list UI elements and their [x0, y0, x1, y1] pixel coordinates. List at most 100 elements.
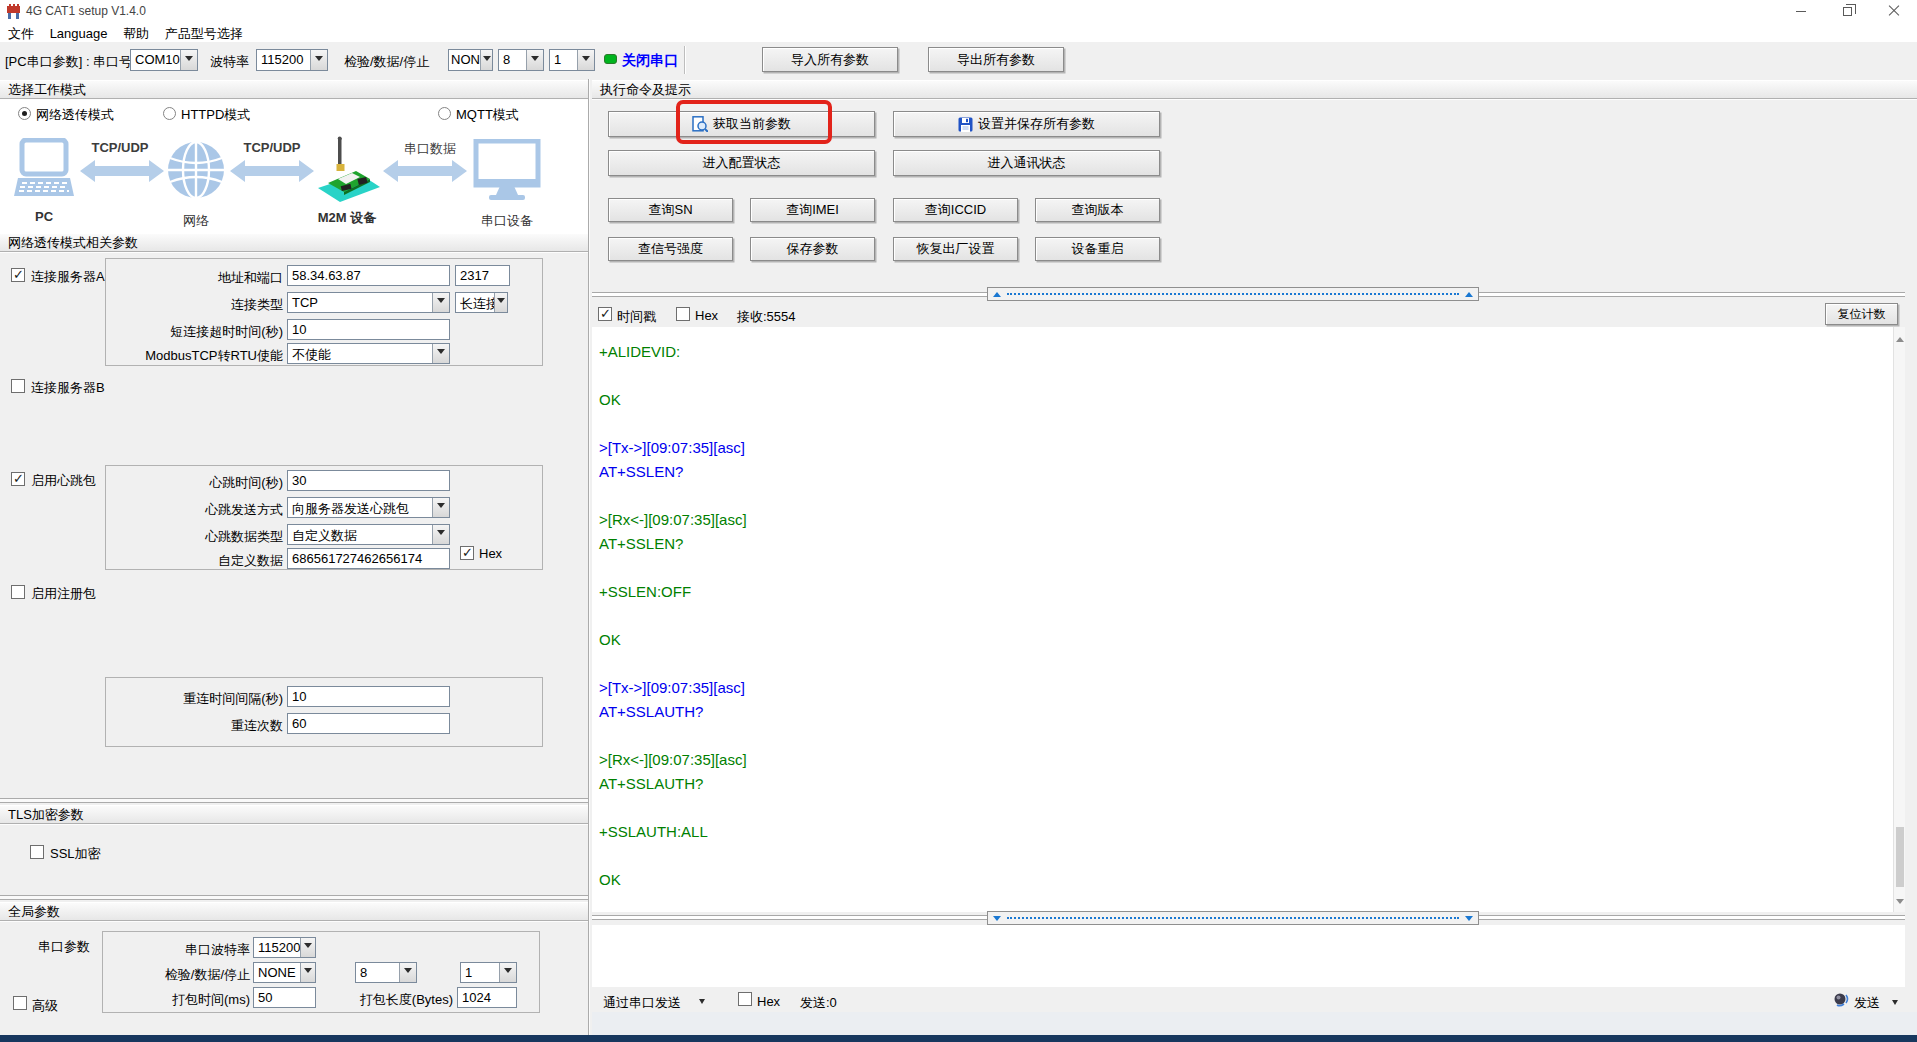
heartbeat-type-value: 自定义数据: [288, 525, 432, 544]
serial-databits-dropdown-icon[interactable]: [399, 963, 416, 982]
bottom-splitter-handle[interactable]: [987, 911, 1479, 925]
parity-select[interactable]: NONE: [448, 49, 493, 71]
minimize-button[interactable]: [1778, 0, 1824, 22]
reconnect-interval-input[interactable]: 10: [287, 686, 450, 707]
server-a-checkbox[interactable]: [11, 268, 25, 282]
enter-config-button[interactable]: 进入配置状态: [608, 150, 875, 176]
timestamp-label: 时间戳: [617, 308, 656, 326]
conn-mode-dropdown-icon[interactable]: [494, 293, 507, 312]
close-port-button[interactable]: 关闭串口: [622, 52, 678, 70]
query-sn-button[interactable]: 查询SN: [608, 198, 733, 222]
menu-file[interactable]: 文件: [2, 22, 40, 42]
baud-dropdown-icon[interactable]: [310, 50, 327, 70]
stopbits-dropdown-icon[interactable]: [577, 50, 594, 70]
reboot-button[interactable]: 设备重启: [1035, 237, 1160, 261]
send-dropdown-icon[interactable]: [1892, 1000, 1898, 1008]
short-timeout-input[interactable]: 10: [287, 319, 450, 340]
serial-databits-select[interactable]: 8: [355, 962, 417, 983]
enter-comm-button[interactable]: 进入通讯状态: [893, 150, 1160, 176]
timestamp-checkbox[interactable]: [598, 307, 612, 321]
com-port-select[interactable]: COM10: [130, 49, 198, 71]
query-signal-button[interactable]: 查信号强度: [608, 237, 733, 261]
conn-mode-select[interactable]: 长连接: [455, 292, 508, 313]
heartbeat-mode-select[interactable]: 向服务器发送心跳包: [287, 497, 450, 518]
modbus-dropdown-icon[interactable]: [432, 344, 449, 363]
serial-baud-dropdown-icon[interactable]: [300, 938, 315, 957]
log-line: [599, 652, 1893, 676]
register-checkbox[interactable]: [11, 585, 25, 599]
conn-type-select[interactable]: TCP: [287, 292, 450, 313]
top-splitter-handle[interactable]: [987, 287, 1479, 301]
query-imei-button[interactable]: 查询IMEI: [750, 198, 875, 222]
radio-mqtt-mode[interactable]: [438, 107, 451, 120]
ssl-checkbox[interactable]: [30, 845, 44, 859]
parity-label: 检验/数据/停止: [344, 53, 429, 71]
databits-select[interactable]: 8: [498, 49, 544, 71]
serial-device-label: 串口设备: [477, 212, 537, 230]
heartbeat-time-input[interactable]: 30: [287, 470, 450, 491]
restore-button[interactable]: [1824, 0, 1870, 22]
serial-parity-dropdown-icon[interactable]: [300, 963, 315, 982]
custom-data-input[interactable]: 686561727462656174: [287, 548, 450, 569]
ssl-label: SSL加密: [50, 845, 101, 863]
log-hex-checkbox[interactable]: [676, 307, 690, 321]
heartbeat-type-dropdown-icon[interactable]: [432, 525, 449, 544]
close-button[interactable]: [1871, 0, 1917, 22]
menu-help[interactable]: 帮助: [117, 22, 155, 42]
scrollbar-down-icon[interactable]: [1896, 899, 1904, 908]
save-params-button[interactable]: 保存参数: [750, 237, 875, 261]
heartbeat-type-select[interactable]: 自定义数据: [287, 524, 450, 545]
query-iccid-button[interactable]: 查询ICCID: [893, 198, 1018, 222]
query-version-button[interactable]: 查询版本: [1035, 198, 1160, 222]
log-line: [599, 724, 1893, 748]
arrow-icon-3: [383, 159, 467, 183]
send-via-dropdown-icon[interactable]: [699, 999, 705, 1007]
advanced-checkbox[interactable]: [13, 996, 27, 1010]
server-b-label: 连接服务器B: [31, 379, 105, 397]
modbus-select[interactable]: 不使能: [287, 343, 450, 364]
log-textarea[interactable]: +ALIDEVID: OK >[Tx->][09:07:35][asc]AT+S…: [592, 327, 1893, 912]
factory-reset-button[interactable]: 恢复出厂设置: [893, 237, 1018, 261]
com-port-dropdown-icon[interactable]: [180, 50, 197, 70]
recv-count: 接收:5554: [737, 308, 796, 326]
heartbeat-hex-checkbox[interactable]: [460, 546, 474, 560]
advanced-label: 高级: [32, 997, 58, 1015]
server-a-port-input[interactable]: 2317: [455, 265, 510, 286]
pc-serial-label: [PC串口参数] : 串口号: [5, 53, 132, 71]
set-save-params-label: 设置并保存所有参数: [978, 115, 1095, 133]
import-params-button[interactable]: 导入所有参数: [762, 47, 898, 72]
radio-httpd-mode[interactable]: [163, 107, 176, 120]
scrollbar-thumb[interactable]: [1896, 827, 1904, 887]
menu-product-model[interactable]: 产品型号选择: [159, 22, 249, 42]
databits-dropdown-icon[interactable]: [526, 50, 543, 70]
server-a-addr-input[interactable]: 58.34.63.87: [287, 265, 450, 286]
params-section-title: 网络透传模式相关参数: [8, 234, 138, 252]
serial-stopbits-select[interactable]: 1: [460, 962, 517, 983]
set-save-params-button[interactable]: 设置并保存所有参数: [893, 111, 1160, 137]
conn-type-dropdown-icon[interactable]: [432, 293, 449, 312]
send-textarea[interactable]: [592, 925, 1905, 987]
serial-baud-select[interactable]: 115200: [253, 937, 316, 958]
serial-stopbits-dropdown-icon[interactable]: [499, 963, 516, 982]
conn-type-label: 连接类型: [110, 296, 283, 314]
server-b-checkbox[interactable]: [11, 379, 25, 393]
send-button[interactable]: 发送: [1854, 994, 1880, 1012]
menu-language[interactable]: Language: [44, 23, 114, 43]
log-scrollbar[interactable]: [1893, 327, 1905, 912]
baud-select[interactable]: 115200: [256, 49, 328, 71]
stopbits-select[interactable]: 1: [549, 49, 595, 71]
packlen-input[interactable]: 1024: [457, 987, 517, 1008]
heartbeat-checkbox[interactable]: [11, 472, 25, 486]
radio-transparent-mode[interactable]: [18, 107, 31, 120]
send-via-dropdown[interactable]: 通过串口发送: [603, 994, 681, 1012]
send-hex-checkbox[interactable]: [738, 992, 752, 1006]
heartbeat-hex-label: Hex: [479, 546, 502, 561]
heartbeat-mode-dropdown-icon[interactable]: [432, 498, 449, 517]
parity-dropdown-icon[interactable]: [480, 50, 492, 70]
reconnect-count-input[interactable]: 60: [287, 713, 450, 734]
serial-parity-select[interactable]: NONE: [253, 962, 316, 983]
scrollbar-up-icon[interactable]: [1896, 333, 1904, 342]
packtime-input[interactable]: 50: [253, 987, 316, 1008]
reset-count-button[interactable]: 复位计数: [1825, 303, 1898, 325]
export-params-button[interactable]: 导出所有参数: [928, 47, 1064, 72]
